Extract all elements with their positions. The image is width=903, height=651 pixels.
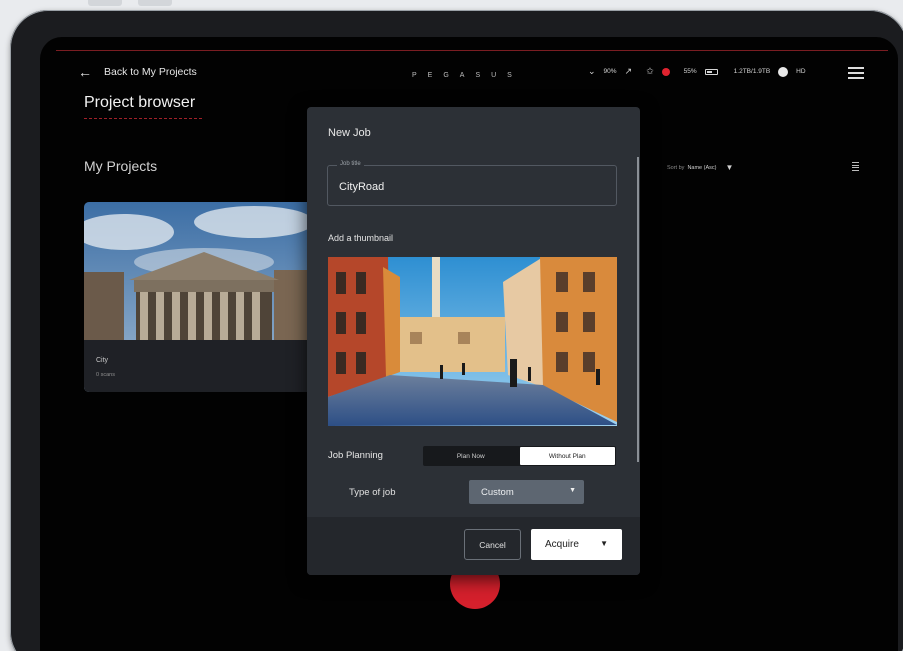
recording-dot-icon: [661, 67, 670, 76]
battery-value: 55%: [683, 68, 697, 75]
gauge-icon: ↗: [624, 66, 633, 76]
project-scan-count: 0 scans: [96, 372, 115, 378]
dialog-title: New Job: [328, 127, 371, 139]
hamburger-icon[interactable]: [848, 67, 864, 79]
type-of-job-select[interactable]: Custom ▼: [469, 480, 584, 504]
project-thumbnail-pantheon: [84, 202, 319, 392]
job-title-field[interactable]: Job title CityRoad: [327, 161, 617, 206]
section-title: My Projects: [84, 158, 158, 174]
acquire-button[interactable]: Acquire ▼: [531, 529, 622, 560]
quality-value: HD: [796, 68, 806, 75]
type-of-job-value: Custom: [481, 486, 514, 498]
chevron-down-icon: ▼: [569, 487, 576, 494]
job-planning-label: Job Planning: [328, 450, 383, 461]
type-of-job-label: Type of job: [349, 487, 396, 498]
status-bar: ⌄ 90% ↗ ✩ 55% 1.2TB/1.9TB HD: [588, 66, 806, 77]
chevron-down-icon[interactable]: ⌄: [588, 66, 596, 77]
battery-icon: [704, 68, 718, 75]
dialog-footer: Cancel Acquire ▼: [307, 517, 640, 575]
acquire-label: Acquire: [545, 539, 579, 550]
title-underline: [84, 118, 202, 119]
without-plan-option[interactable]: Without Plan: [519, 447, 615, 465]
job-title-label: Job title: [337, 161, 364, 167]
cancel-button[interactable]: Cancel: [464, 529, 521, 560]
brand-logo: PEGASUS: [412, 72, 523, 79]
page-title: Project browser: [84, 94, 196, 111]
thumbnail-label: Add a thumbnail: [328, 233, 394, 243]
satellite-icon: ✩: [646, 66, 654, 76]
new-job-dialog: New Job Job title CityRoad Add a thumbna…: [307, 107, 640, 575]
bezel-tab: [88, 0, 122, 6]
scrollbar-thumb[interactable]: [637, 157, 639, 462]
project-name: City: [96, 357, 109, 364]
back-label: Back to My Projects: [104, 66, 197, 78]
job-planning-toggle: Plan Now Without Plan: [423, 446, 616, 466]
sort-prefix: Sort by: [667, 164, 685, 171]
sort-value: Name (Asc): [687, 164, 717, 171]
bezel-tab: [138, 0, 172, 6]
top-accent-line: [56, 50, 888, 51]
arrow-left-icon: ←: [78, 64, 92, 80]
caret-down-icon: ▼: [725, 163, 734, 172]
thumbnail-image[interactable]: [328, 257, 617, 426]
tablet-device: ← Back to My Projects PEGASUS ⌄ 90% ↗ ✩ …: [10, 10, 903, 651]
signal-value: 90%: [603, 68, 617, 75]
app-screen: ← Back to My Projects PEGASUS ⌄ 90% ↗ ✩ …: [40, 37, 898, 651]
job-title-value: CityRoad: [339, 181, 385, 193]
back-to-projects-link[interactable]: ← Back to My Projects: [78, 64, 197, 80]
globe-icon: [778, 66, 789, 77]
caret-down-icon: ▼: [600, 539, 608, 548]
project-card[interactable]: City 0 scans: [84, 202, 319, 392]
storage-value: 1.2TB/1.9TB: [733, 68, 771, 75]
list-icon[interactable]: [852, 162, 859, 171]
sort-dropdown[interactable]: Sort by Name (Asc) ▼: [667, 163, 733, 172]
plan-now-option[interactable]: Plan Now: [423, 446, 519, 466]
